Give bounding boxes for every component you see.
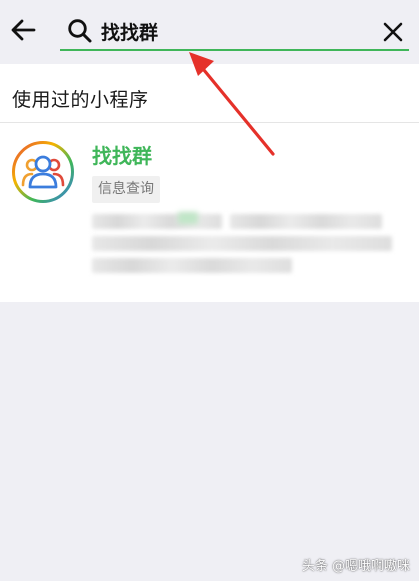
- clear-search-button[interactable]: [378, 18, 408, 46]
- blurred-description: [92, 212, 392, 282]
- section-title: 使用过的小程序: [12, 89, 149, 111]
- group-people-icon: [12, 141, 74, 203]
- mini-program-result[interactable]: 找找群 信息查询: [0, 124, 419, 302]
- results-card: 使用过的小程序 找找群 信息查询: [0, 64, 419, 302]
- watermark: 头条 @嗯哦啊嗷咪: [301, 559, 410, 574]
- back-button[interactable]: [6, 12, 40, 48]
- magnifier-icon: [68, 19, 92, 43]
- result-app-name: 找找群: [92, 144, 152, 168]
- close-icon: [383, 22, 403, 42]
- result-category-tag: 信息查询: [92, 176, 160, 203]
- section-divider: [0, 122, 419, 123]
- search-input[interactable]: [101, 16, 361, 46]
- search-header: [0, 0, 419, 60]
- arrow-left-icon: [11, 19, 36, 41]
- search-underline: [60, 49, 409, 51]
